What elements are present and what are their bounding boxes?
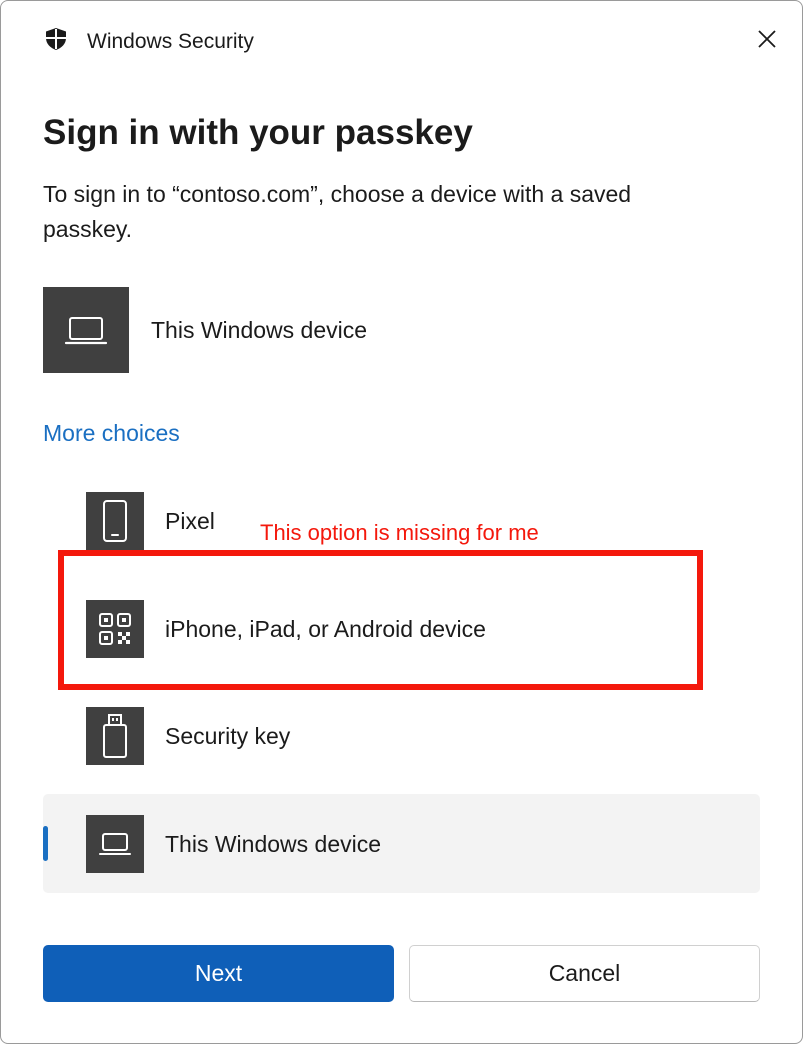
laptop-icon [43,287,129,373]
choice-label: Pixel [165,507,215,534]
close-button[interactable] [747,21,787,61]
windows-security-dialog: Windows Security Sign in with your passk… [0,0,803,1044]
annotation-highlight-box [58,550,703,690]
dialog-description: To sign in to “contoso.com”, choose a de… [43,181,632,242]
cancel-button[interactable]: Cancel [409,945,760,1002]
choice-label: Security key [165,722,291,749]
window-title: Windows Security [87,30,254,53]
primary-option-label: This Windows device [151,316,368,343]
title-bar: Windows Security [1,1,802,81]
next-button[interactable]: Next [43,945,394,1002]
choice-label: This Windows device [165,830,382,857]
choice-this-windows-device[interactable]: This Windows device [86,815,686,873]
usb-key-icon [86,707,144,765]
annotation-text: This option is missing for me [260,520,539,545]
shield-icon [44,27,68,51]
choice-security-key[interactable]: Security key [86,707,686,765]
phone-icon [86,492,144,550]
dialog-heading: Sign in with your passkey [43,113,473,152]
laptop-icon [86,815,144,873]
close-icon [757,29,777,54]
more-choices-link[interactable]: More choices [43,417,180,449]
selection-indicator [43,826,48,861]
primary-option-this-windows-device[interactable]: This Windows device [43,287,743,373]
